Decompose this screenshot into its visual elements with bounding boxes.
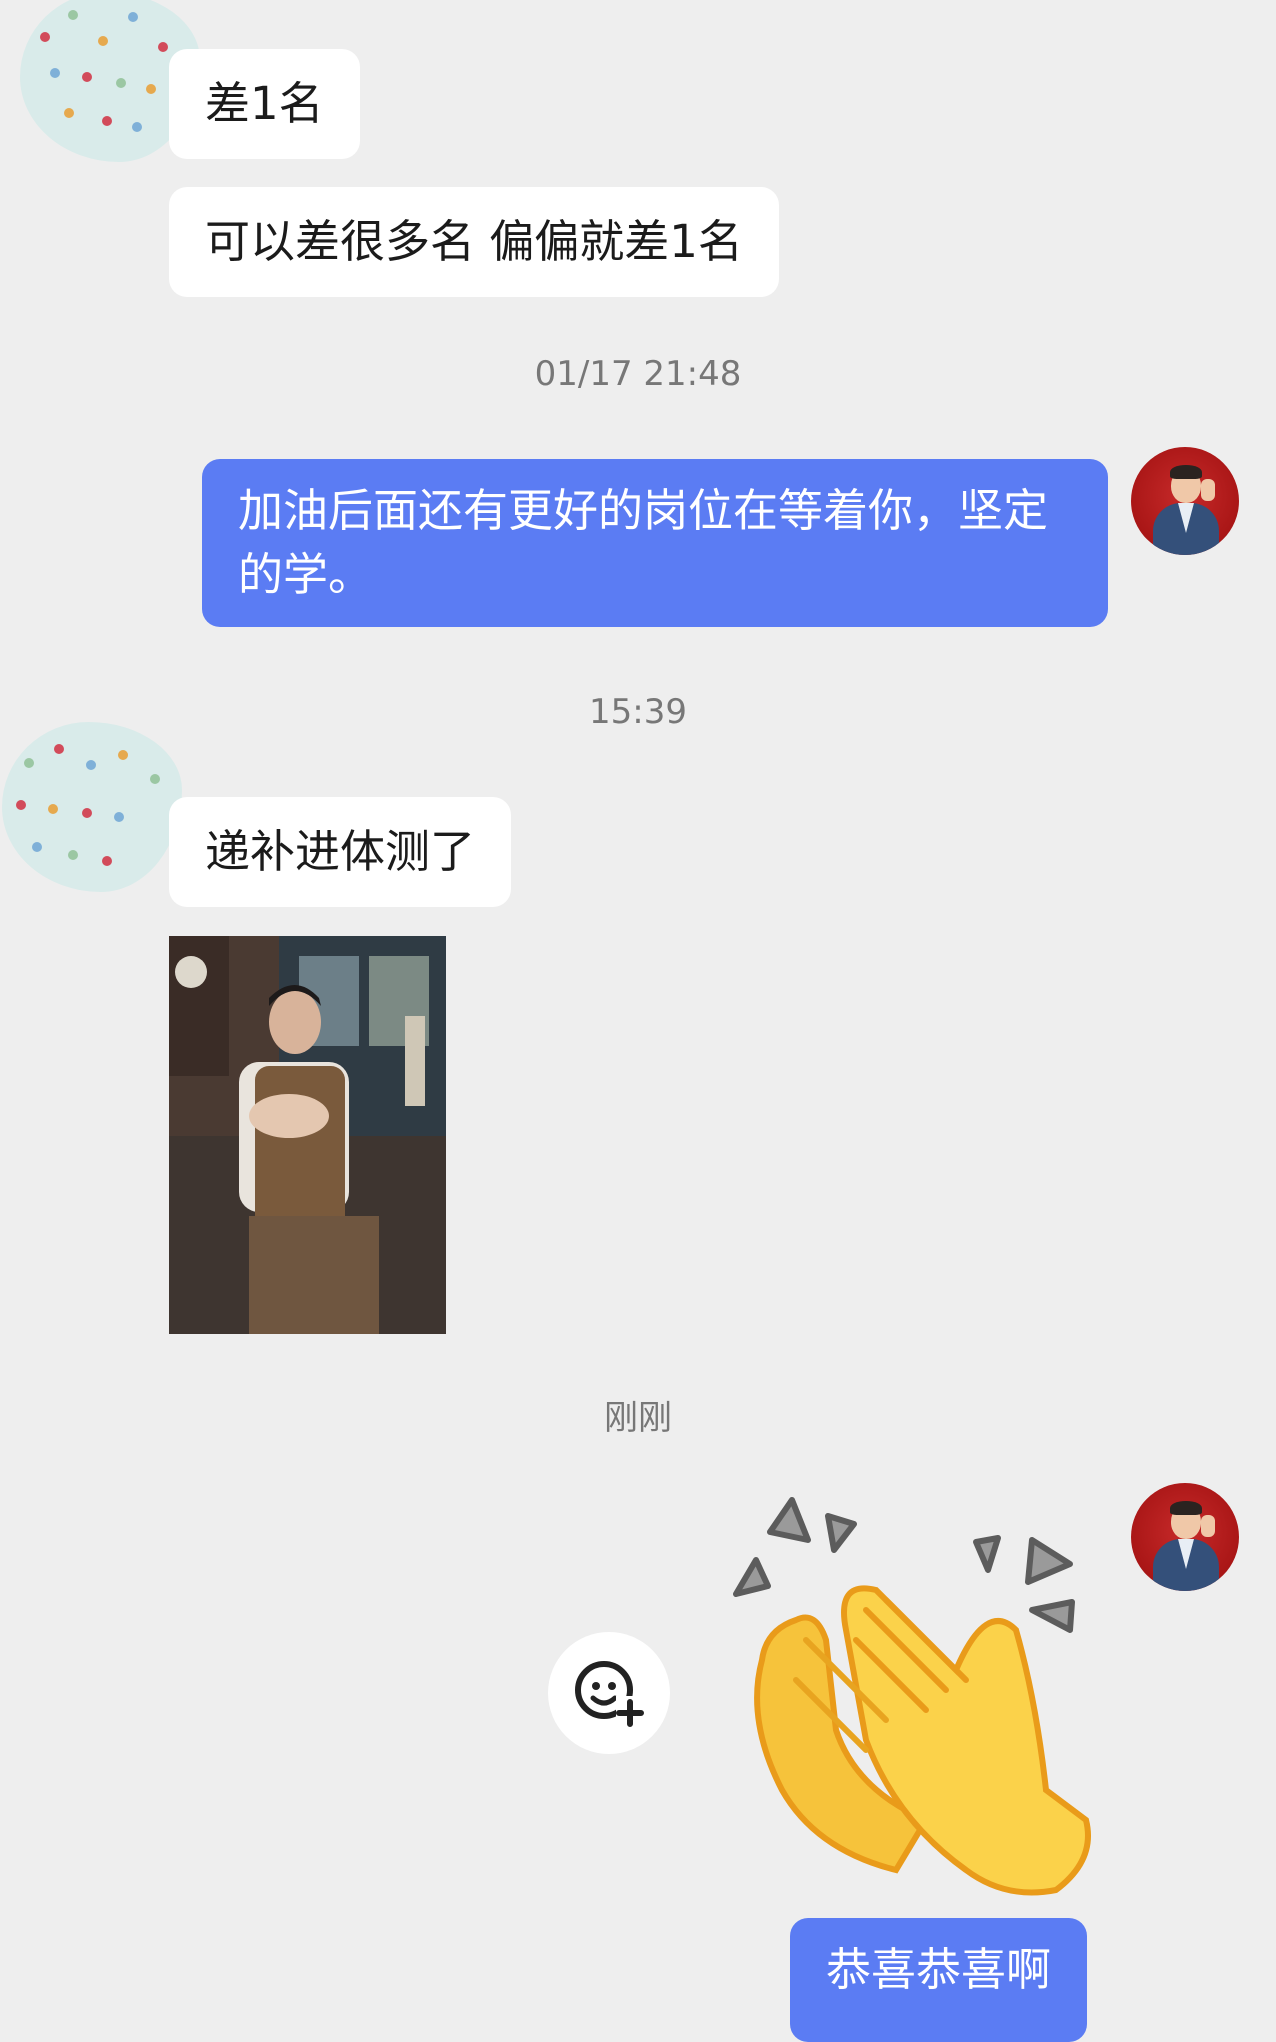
message-text: 恭喜恭喜啊 xyxy=(826,1943,1052,1996)
contact-avatar[interactable] xyxy=(2,722,182,892)
timestamp: 刚刚 xyxy=(604,1398,672,1438)
message-bubble-incoming[interactable]: 差1名 xyxy=(169,49,360,159)
message-bubble-outgoing[interactable]: 恭喜恭喜啊 xyxy=(790,1918,1088,2042)
clapping-hands-sticker[interactable] xyxy=(726,1490,1106,1900)
gif-message-image[interactable] xyxy=(169,936,446,1334)
message-bubble-incoming[interactable]: 可以差很多名 偏偏就差1名 xyxy=(169,187,779,297)
message-text: 递补进体测了 xyxy=(205,825,476,878)
user-avatar[interactable] xyxy=(1131,447,1239,555)
add-sticker-button[interactable] xyxy=(548,1632,670,1754)
message-text: 可以差很多名 偏偏就差1名 xyxy=(205,215,743,268)
message-bubble-incoming[interactable]: 递补进体测了 xyxy=(169,797,512,907)
message-text: 加油后面还有更好的岗位在等着你，坚定的学。 xyxy=(238,484,1049,601)
message-bubble-outgoing[interactable]: 加油后面还有更好的岗位在等着你，坚定的学。 xyxy=(202,459,1108,627)
timestamp: 01/17 21:48 xyxy=(534,354,742,394)
user-avatar[interactable] xyxy=(1131,1483,1239,1591)
emoji-add-icon xyxy=(575,1661,646,1727)
timestamp: 15:39 xyxy=(589,692,687,732)
message-text: 差1名 xyxy=(205,77,324,130)
